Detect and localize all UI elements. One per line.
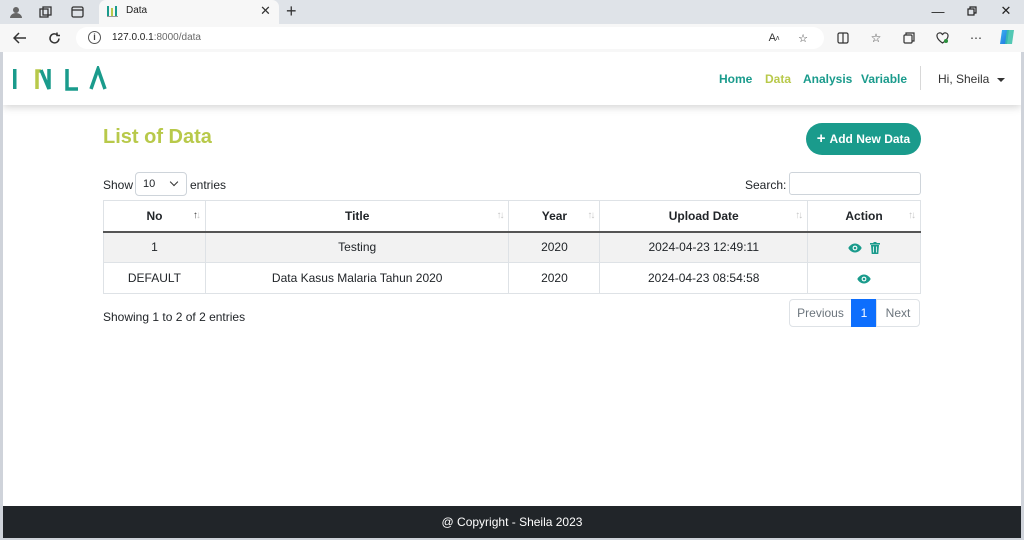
address-bar[interactable]: i 127.0.0.1:8000/data Aʌ ☆	[76, 27, 824, 49]
cell-action	[807, 262, 921, 294]
page-footer: @ Copyright - Sheila 2023	[3, 506, 1021, 538]
browser-essentials-icon[interactable]	[934, 30, 950, 46]
tab-title: Data	[126, 5, 148, 16]
table-header-row: No ↑↓ Title ↑↓ Year ↑↓ Upload Date ↑↓ Ac…	[103, 200, 921, 233]
user-greeting: Hi, Sheila	[938, 72, 990, 86]
tab-actions-icon[interactable]	[69, 4, 85, 20]
url-text[interactable]: 127.0.0.1:8000/data	[112, 32, 201, 43]
search-input[interactable]	[789, 172, 921, 195]
browser-toolbar: i 127.0.0.1:8000/data Aʌ ☆ ☆ ⋯	[0, 24, 1024, 52]
search-label: Search:	[745, 178, 787, 192]
nav-variable-link[interactable]: Variable	[861, 72, 907, 86]
back-icon[interactable]	[11, 29, 29, 47]
read-aloud-icon[interactable]: Aʌ	[766, 30, 782, 46]
add-button-label: Add New Data	[829, 132, 911, 146]
page-length-value: 10	[143, 178, 156, 190]
site-info-icon[interactable]: i	[88, 31, 101, 44]
cell-title: Data Kasus Malaria Tahun 2020	[204, 262, 510, 294]
table-row: 1 Testing 2020 2024-04-23 12:49:11	[103, 231, 921, 263]
sort-icon: ↑↓	[795, 210, 803, 221]
pagination: Previous 1 Next	[789, 299, 920, 327]
trash-icon[interactable]	[869, 242, 880, 255]
cell-upload-date: 2024-04-23 12:49:11	[599, 231, 809, 263]
eye-icon[interactable]	[857, 274, 871, 284]
inla-logo[interactable]	[11, 66, 107, 92]
more-options-icon[interactable]: ⋯	[968, 30, 984, 46]
page-title: List of Data	[103, 126, 212, 148]
cell-year: 2020	[508, 231, 601, 263]
cell-title: Testing	[204, 231, 510, 263]
nav-divider	[920, 66, 921, 90]
web-page: Home Data Analysis Variable Hi, Sheila L…	[3, 52, 1021, 538]
column-header-action[interactable]: Action ↑↓	[807, 200, 921, 233]
copyright-text: @ Copyright - Sheila 2023	[441, 515, 583, 529]
nav-home-link[interactable]: Home	[719, 72, 752, 86]
sort-icon: ↑↓	[908, 210, 916, 221]
entries-label: entries	[190, 178, 227, 192]
cell-year: 2020	[508, 262, 601, 294]
copilot-icon[interactable]	[998, 28, 1016, 46]
column-header-year[interactable]: Year ↑↓	[508, 200, 601, 233]
page-1-button[interactable]: 1	[851, 299, 877, 327]
eye-icon[interactable]	[848, 243, 863, 253]
cell-action	[807, 231, 921, 263]
new-tab-icon[interactable]: +	[286, 1, 297, 21]
close-tab-icon[interactable]: ✕	[260, 3, 271, 19]
sort-icon: ↑↓	[496, 210, 504, 221]
top-navbar: Home Data Analysis Variable Hi, Sheila	[3, 52, 1021, 105]
caret-down-icon	[997, 77, 1006, 82]
table-info-text: Showing 1 to 2 of 2 entries	[103, 310, 246, 324]
column-header-title[interactable]: Title ↑↓	[204, 200, 510, 233]
close-window-icon[interactable]: ✕	[996, 2, 1016, 20]
sort-icon: ↑↓	[587, 210, 595, 221]
split-screen-icon[interactable]	[835, 30, 851, 46]
workspaces-icon[interactable]	[37, 4, 53, 20]
cell-no: 1	[103, 231, 206, 263]
column-header-upload-date[interactable]: Upload Date ↑↓	[599, 200, 809, 233]
user-dropdown[interactable]: Hi, Sheila	[938, 72, 1006, 86]
plus-icon: +	[816, 130, 826, 147]
next-page-button[interactable]: Next	[876, 299, 920, 327]
previous-page-button[interactable]: Previous	[789, 299, 852, 327]
nav-data-link[interactable]: Data	[765, 72, 791, 86]
sort-ascending-icon: ↑↓	[192, 210, 201, 221]
favorite-star-icon[interactable]: ☆	[795, 30, 811, 46]
data-table: No ↑↓ Title ↑↓ Year ↑↓ Upload Date ↑↓ Ac…	[103, 200, 921, 294]
refresh-icon[interactable]	[45, 29, 63, 47]
favorites-icon[interactable]: ☆	[868, 30, 884, 46]
site-favicon-icon	[107, 6, 118, 17]
collections-icon[interactable]	[901, 30, 917, 46]
cell-no: DEFAULT	[103, 262, 206, 294]
restore-icon[interactable]	[962, 2, 982, 20]
table-row: DEFAULT Data Kasus Malaria Tahun 2020 20…	[103, 262, 921, 294]
page-length-select[interactable]: 10	[135, 172, 187, 196]
chevron-down-icon	[169, 177, 179, 187]
show-label: Show	[103, 178, 134, 192]
browser-tab-strip: Data ✕ + — ✕	[0, 0, 1024, 24]
browser-tab-data[interactable]: Data ✕	[99, 0, 279, 24]
profile-icon[interactable]	[8, 4, 24, 20]
minimize-icon[interactable]: —	[928, 2, 948, 20]
column-header-no[interactable]: No ↑↓	[103, 200, 206, 233]
add-new-data-button[interactable]: + Add New Data	[806, 123, 921, 155]
nav-analysis-link[interactable]: Analysis	[803, 72, 852, 86]
cell-upload-date: 2024-04-23 08:54:58	[599, 262, 809, 294]
